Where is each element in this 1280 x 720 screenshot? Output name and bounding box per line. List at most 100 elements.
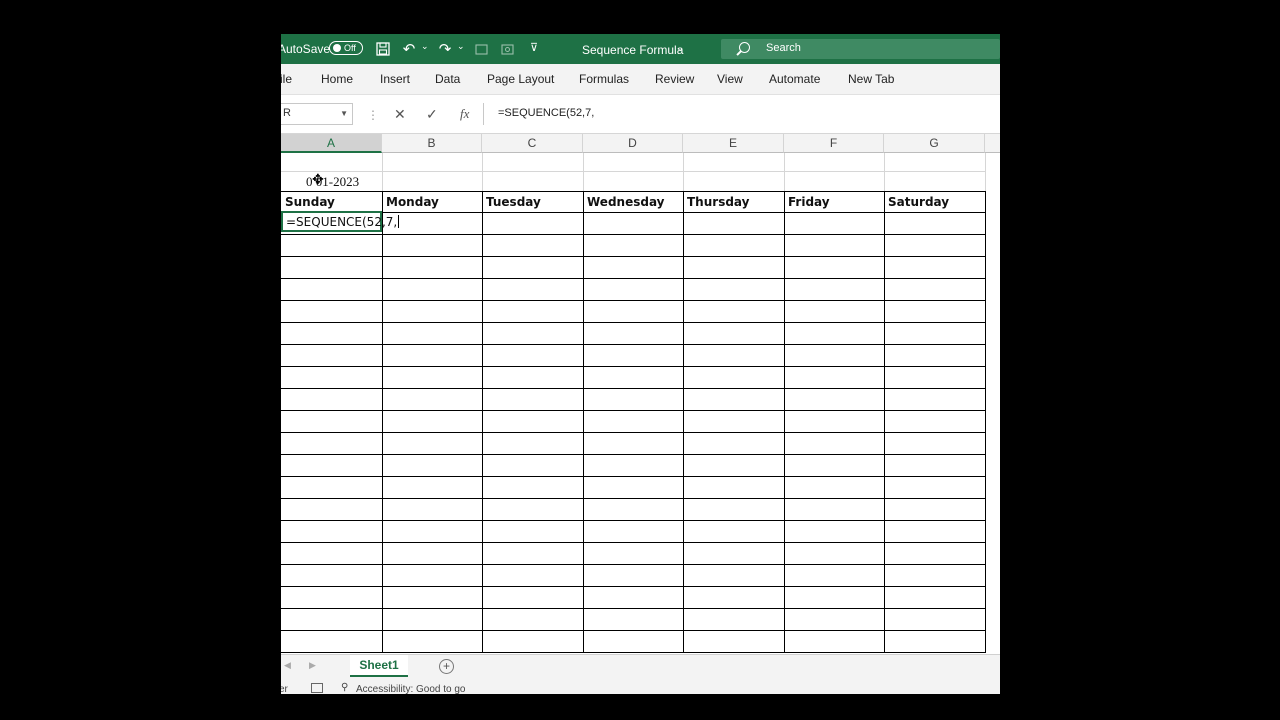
table-border xyxy=(281,191,985,192)
tab-data[interactable]: Data xyxy=(435,72,460,86)
table-border xyxy=(281,498,985,499)
table-border xyxy=(281,630,985,631)
move-cursor-icon: ✥ xyxy=(312,171,324,187)
day-header-monday[interactable]: Monday xyxy=(386,195,439,209)
column-header-f[interactable]: F xyxy=(784,134,884,153)
tab-formulas[interactable]: Formulas xyxy=(579,72,629,86)
accessibility-status[interactable]: Accessibility: Good to go xyxy=(356,684,466,694)
column-header-h[interactable] xyxy=(985,134,1000,153)
sheet-tabs-bar: ◀ ▶ Sheet1 + xyxy=(281,654,1000,679)
tab-new-tab[interactable]: New Tab xyxy=(848,72,894,86)
day-header-sunday[interactable]: Sunday xyxy=(285,195,335,209)
table-border xyxy=(583,191,584,653)
tab-view[interactable]: View xyxy=(717,72,743,86)
table-border xyxy=(784,191,785,653)
table-border xyxy=(281,344,985,345)
table-border xyxy=(281,454,985,455)
day-header-thursday[interactable]: Thursday xyxy=(687,195,749,209)
table-border xyxy=(281,212,985,213)
table-border xyxy=(985,191,986,653)
table-border xyxy=(281,564,985,565)
add-sheet-icon[interactable]: + xyxy=(439,659,454,674)
tab-review[interactable]: Review xyxy=(655,72,694,86)
tab-page-layout[interactable]: Page Layout xyxy=(487,72,554,86)
undo-dropdown-icon[interactable]: ⌄ xyxy=(421,41,429,52)
document-title[interactable]: Sequence Formula xyxy=(582,43,683,57)
table-border xyxy=(281,410,985,411)
table-border xyxy=(281,608,985,609)
cell-edit-text[interactable]: =SEQUENCE(52,7, xyxy=(286,215,400,229)
macro-recording-icon[interactable] xyxy=(311,683,323,693)
column-header-a[interactable]: A xyxy=(281,134,382,153)
cell-edit-value: =SEQUENCE(52,7, xyxy=(286,215,398,229)
text-caret xyxy=(398,215,400,228)
formula-input[interactable]: =SEQUENCE(52,7, xyxy=(483,103,1000,125)
name-box-value: R xyxy=(283,107,291,119)
table-border xyxy=(281,476,985,477)
toggle-knob xyxy=(333,44,341,52)
redo-icon[interactable]: ↷ xyxy=(436,40,454,58)
column-header-e[interactable]: E xyxy=(683,134,784,153)
status-ready: er xyxy=(281,684,288,694)
gridline xyxy=(884,153,885,191)
column-header-g[interactable]: G xyxy=(884,134,985,153)
sheet-prev-icon[interactable]: ◀ xyxy=(284,660,291,671)
day-header-saturday[interactable]: Saturday xyxy=(888,195,949,209)
column-header-c[interactable]: C xyxy=(482,134,583,153)
autosave-label: AutoSave xyxy=(281,42,331,56)
gridline xyxy=(281,171,985,172)
table-border xyxy=(281,322,985,323)
excel-window: AutoSave Off ↶ ⌄ ↷ ⌄ ⊽ Sequence Formula … xyxy=(281,34,1000,694)
autosave-toggle[interactable]: Off xyxy=(329,41,363,55)
quick-access-icon-1[interactable] xyxy=(472,40,490,58)
search-placeholder: Search xyxy=(766,42,801,54)
gridline xyxy=(683,153,684,191)
ribbon-tabs: ile Home Insert Data Page Layout Formula… xyxy=(281,64,1000,95)
formula-bar-separator-icon: ⋮ xyxy=(367,108,379,122)
insert-function-icon[interactable]: fx xyxy=(460,106,469,122)
sheet-next-icon[interactable]: ▶ xyxy=(309,660,316,671)
table-border xyxy=(482,191,483,653)
formula-bar: R ▼ ⋮ ✕ ✓ fx =SEQUENCE(52,7, xyxy=(281,95,1000,134)
active-cell[interactable]: =SEQUENCE(52,7, xyxy=(281,211,400,232)
day-header-tuesday[interactable]: Tuesday xyxy=(486,195,541,209)
name-box-dropdown-icon[interactable]: ▼ xyxy=(340,109,348,118)
sheet-tab-sheet1[interactable]: Sheet1 xyxy=(350,655,408,677)
column-header-b[interactable]: B xyxy=(382,134,482,153)
search-box[interactable]: Search xyxy=(721,39,1000,59)
day-header-wednesday[interactable]: Wednesday xyxy=(587,195,665,209)
status-bar: er ⚲ Accessibility: Good to go xyxy=(281,679,1000,694)
table-border xyxy=(281,278,985,279)
table-border xyxy=(683,191,684,653)
gridline xyxy=(985,153,986,191)
table-border xyxy=(281,652,985,653)
table-border xyxy=(281,586,985,587)
cancel-icon[interactable]: ✕ xyxy=(394,106,406,123)
column-header-d[interactable]: D xyxy=(583,134,683,153)
enter-icon[interactable]: ✓ xyxy=(426,106,438,123)
autosave-state: Off xyxy=(344,43,356,53)
table-border xyxy=(281,366,985,367)
accessibility-icon[interactable]: ⚲ xyxy=(341,682,348,693)
worksheet-grid[interactable]: 0 01-2023 ✥ Sunday Monday Tuesday Wednes… xyxy=(281,153,1000,653)
undo-icon[interactable]: ↶ xyxy=(400,40,418,58)
day-header-friday[interactable]: Friday xyxy=(788,195,830,209)
table-border xyxy=(281,256,985,257)
table-border xyxy=(281,432,985,433)
table-border xyxy=(281,388,985,389)
redo-dropdown-icon[interactable]: ⌄ xyxy=(457,41,465,52)
gridline xyxy=(784,153,785,191)
gridline xyxy=(482,153,483,191)
table-border xyxy=(884,191,885,653)
tab-automate[interactable]: Automate xyxy=(769,72,820,86)
quick-access-icon-2[interactable] xyxy=(498,40,516,58)
tab-insert[interactable]: Insert xyxy=(380,72,410,86)
name-box[interactable]: R ▼ xyxy=(281,103,353,125)
save-icon[interactable] xyxy=(374,40,392,58)
tab-file[interactable]: ile xyxy=(281,72,292,86)
title-chevron-down-icon[interactable]: ⌄ xyxy=(676,43,684,54)
table-border xyxy=(281,542,985,543)
customize-qat-icon[interactable]: ⊽ xyxy=(530,41,538,54)
tab-home[interactable]: Home xyxy=(321,72,353,86)
gridline xyxy=(583,153,584,191)
